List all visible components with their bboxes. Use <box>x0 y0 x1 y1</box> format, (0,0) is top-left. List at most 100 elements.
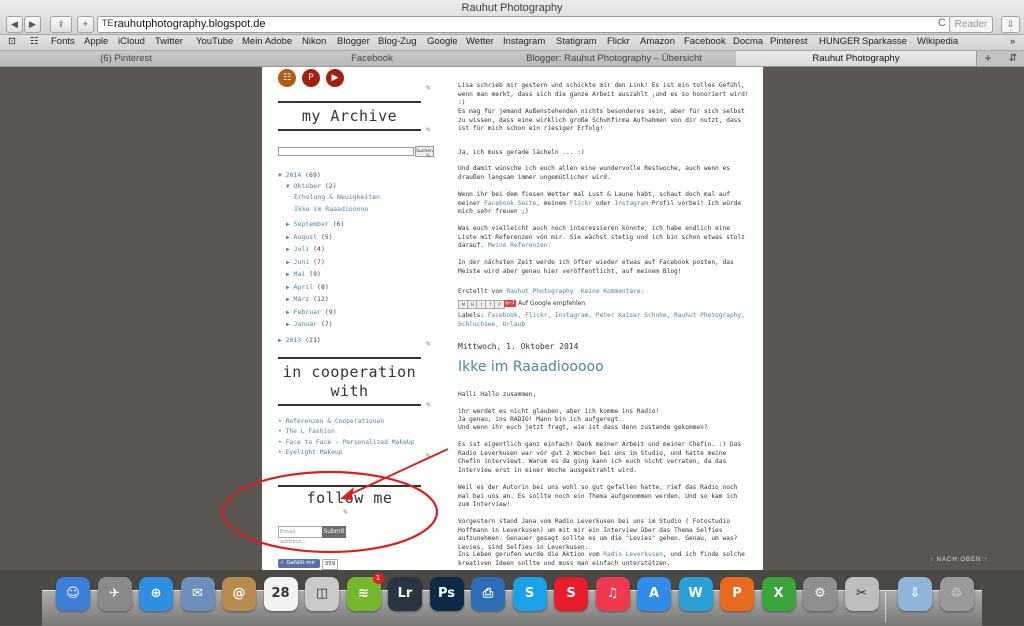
coop-link[interactable]: • The L Fashion <box>278 428 335 435</box>
mail-icon[interactable]: ✉ <box>180 577 215 611</box>
bookmark-item[interactable]: Facebook <box>684 36 726 47</box>
calendar-icon[interactable]: 28 <box>263 577 298 611</box>
contacts-icon[interactable]: @ <box>222 577 256 611</box>
word-icon[interactable]: W <box>678 577 713 611</box>
archive-month[interactable]: ▶ April (8) <box>286 283 329 291</box>
coop-link[interactable]: • Referenzen & Cooperationen <box>278 418 384 425</box>
top-sites-icon[interactable]: ☷ <box>30 36 39 47</box>
back-to-top-link[interactable]: ↑ NACH OBEN ↑ <box>930 557 988 563</box>
bookmark-item[interactable]: Nikon <box>302 36 326 47</box>
archive-month[interactable]: ▶ Mai (9) <box>286 270 321 278</box>
bookmark-item[interactable]: Amazon <box>640 36 675 47</box>
bookmark-item[interactable]: iCloud <box>118 36 145 47</box>
bookmark-item[interactable]: Blog-Zug <box>378 36 417 47</box>
collapsed-triangle-icon: ▶ <box>286 271 290 278</box>
comments-link[interactable]: Keine Kommentare: <box>581 288 644 295</box>
reading-list-icon[interactable]: ⊡ <box>8 36 16 47</box>
bookmark-item[interactable]: YouTube <box>196 36 233 47</box>
archive-month-oktober[interactable]: ▼ Oktober (2) <box>286 182 337 190</box>
bookmark-item[interactable]: Statigram <box>556 36 597 47</box>
google-plus-button[interactable]: g+1 <box>504 300 516 307</box>
reload-icon[interactable]: C <box>938 17 946 29</box>
bookmark-item[interactable]: Mein Adobe <box>242 36 292 47</box>
bookmark-item[interactable]: HUNGER <box>819 36 860 47</box>
back-button[interactable]: ◀ <box>6 16 23 33</box>
edit-wrench-icon[interactable]: ✎ <box>426 339 431 348</box>
downloads-icon[interactable]: ⇩ <box>1001 16 1020 33</box>
utilities-icon[interactable]: ✂ <box>844 577 879 611</box>
trash-icon[interactable]: ♲ <box>939 577 974 611</box>
photoshop-icon[interactable]: Ps <box>429 577 464 611</box>
bookmark-item[interactable]: Wetter <box>466 36 494 47</box>
powerpoint-icon[interactable]: P <box>720 577 754 611</box>
printer-icon[interactable]: ⎙ <box>471 577 505 611</box>
flickr-link[interactable]: Flickr <box>570 200 592 207</box>
macos-dock: ☺ ✈ ⊕ ✉ @28 ◫ ≋ 1 Lr Ps ⎙ S S ♫ A W P X ⚙ ✂ ⇩ ♲ <box>0 570 1024 626</box>
post-paragraph: In der nächsten Zeit werde ich öfter wie… <box>458 259 734 275</box>
archive-month[interactable]: ▶ Juni (7) <box>286 258 325 266</box>
instagram-link[interactable]: Instagram <box>614 200 648 207</box>
bookmark-item[interactable]: Instagram <box>503 36 545 47</box>
archive-month[interactable]: ▶ Januar (7) <box>286 320 333 328</box>
archive-year-2013[interactable]: ▶ 2013 (21) <box>278 336 321 344</box>
music-icon[interactable]: ♫ <box>595 577 630 611</box>
tab-facebook[interactable]: Facebook <box>252 51 493 66</box>
edit-wrench-icon[interactable]: ✎ <box>426 400 431 409</box>
facebook-page-link[interactable]: Facebook Seite <box>484 200 536 207</box>
add-bookmark-button[interactable]: + <box>77 16 94 33</box>
lightroom-icon[interactable]: Lr <box>388 577 422 611</box>
archive-month[interactable]: ▶ März (12) <box>286 295 329 303</box>
edit-wrench-icon[interactable]: ✎ <box>426 151 431 160</box>
preview-icon[interactable]: ◫ <box>305 577 339 611</box>
references-link[interactable]: Meine Referenzen. <box>488 242 551 249</box>
bookmark-item[interactable]: Docma <box>733 36 763 47</box>
bookmark-item[interactable]: Google <box>427 36 458 47</box>
blog-search-input[interactable] <box>278 147 414 156</box>
system-preferences-icon[interactable]: ⚙ <box>803 577 837 611</box>
archive-month[interactable]: ▶ Juli (4) <box>286 245 325 253</box>
tab-pinterest[interactable]: (6) Pinterest <box>0 51 253 66</box>
archive-post-link[interactable]: Ikke im Raaadiooooo <box>294 205 368 213</box>
launchpad-icon[interactable]: ✈ <box>97 577 132 611</box>
blog-search-button[interactable]: Suchen <box>415 146 434 157</box>
bookmark-item[interactable]: Fonts <box>51 36 75 47</box>
archive-month[interactable]: ▶ Februar (9) <box>286 308 337 316</box>
safari-icon[interactable]: ⊕ <box>139 577 173 611</box>
edit-wrench-icon[interactable]: ✎ <box>426 125 431 134</box>
pinterest-icon[interactable]: P <box>302 69 320 87</box>
archive-post-link[interactable]: Erholung & Neuigkeiten <box>294 193 380 201</box>
tab-blogger[interactable]: Blogger: Rauhut Photography – Übersicht <box>492 51 737 66</box>
edit-wrench-icon[interactable]: ✎ <box>426 83 431 92</box>
post-title[interactable]: Ikke im Raaadiooooo <box>458 360 604 373</box>
bookmark-item[interactable]: Sparkasse <box>862 36 907 47</box>
bookmark-item[interactable]: Blogger <box>337 36 370 47</box>
address-bar[interactable]: TE rauhutphotography.blogspot.de C <box>97 16 951 33</box>
bookmarks-overflow-icon[interactable]: » <box>1010 36 1015 47</box>
radio-leverkusen-link[interactable]: Radio Leverkusen <box>603 551 663 558</box>
bookmark-item[interactable]: Twitter <box>155 36 183 47</box>
appstore-icon[interactable]: A <box>637 577 671 611</box>
tab-overview-icon[interactable]: ⇵ <box>1005 51 1021 66</box>
archive-month[interactable]: ▶ September (6) <box>286 220 344 228</box>
archive-month[interactable]: ▶ August (5) <box>286 233 333 241</box>
labels-links[interactable]: Facebook, Flickr, Instagram, Peter Kaise… <box>458 312 745 328</box>
rss-icon[interactable]: ☷ <box>278 69 296 87</box>
downloads-folder-icon[interactable]: ⇩ <box>898 577 932 611</box>
youtube-icon[interactable]: ▶ <box>326 69 344 87</box>
archive-year-2014[interactable]: ▼ 2014 (69) <box>278 171 321 179</box>
bookmark-item[interactable]: Pinterest <box>770 36 808 47</box>
finder-icon[interactable]: ☺ <box>56 577 90 611</box>
excel-icon[interactable]: X <box>761 577 796 611</box>
new-tab-button[interactable]: + <box>978 51 998 66</box>
bookmark-item[interactable]: Wikipedia <box>917 36 958 47</box>
bookmark-item[interactable]: Flickr <box>607 36 630 47</box>
flashcard-icon[interactable]: S <box>554 577 588 611</box>
forward-button[interactable]: ▶ <box>24 16 41 33</box>
skype-icon[interactable]: S <box>512 577 547 611</box>
bookmark-item[interactable]: Apple <box>84 36 108 47</box>
tab-rauhut-photography[interactable]: Rauhut Photography <box>736 51 977 66</box>
author-link[interactable]: Rauhut Photography <box>506 288 573 295</box>
tab-bar: (6) Pinterest Facebook Blogger: Rauhut P… <box>0 51 1024 67</box>
reader-button[interactable]: Reader <box>949 16 993 33</box>
share-button[interactable]: ⇪ <box>50 16 72 33</box>
